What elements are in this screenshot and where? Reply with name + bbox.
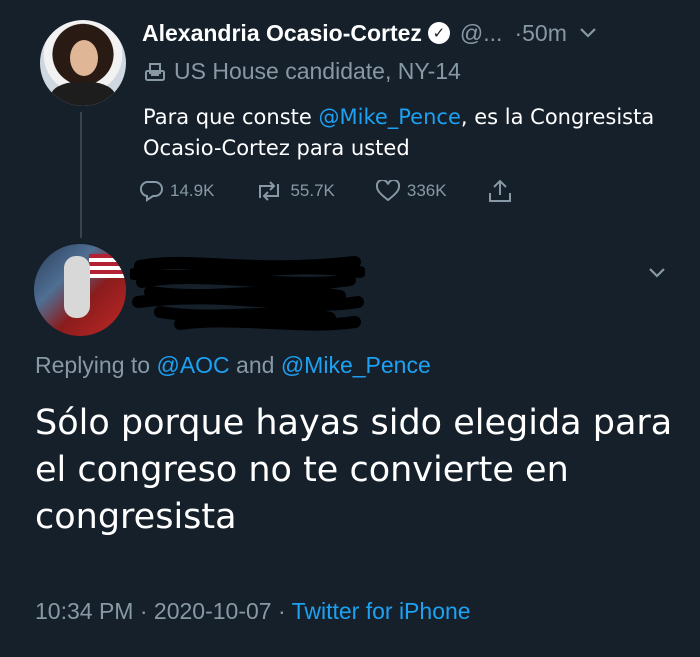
tweet-text: Para que conste @Mike_Pence, es la Congr… xyxy=(143,102,663,164)
account-label: US House candidate, NY-14 xyxy=(144,58,461,85)
chevron-down-icon[interactable] xyxy=(648,262,666,285)
mention-link-aoc[interactable]: @AOC xyxy=(156,352,229,378)
tweet-timestamp[interactable]: 10:34 PM xyxy=(35,598,133,624)
author-name[interactable]: Alexandria Ocasio-Cortez xyxy=(142,20,422,47)
retweet-button[interactable]: 55.7K xyxy=(254,180,335,202)
reply-icon xyxy=(140,180,163,202)
meta-separator: · xyxy=(133,598,154,624)
tweet-text-prefix: Para que conste xyxy=(143,105,319,129)
like-count: 336K xyxy=(406,181,447,200)
author-handle[interactable]: @... xyxy=(460,20,503,47)
mention-link-pence[interactable]: @Mike_Pence xyxy=(281,352,431,378)
time-value: 50m xyxy=(522,19,567,46)
tweet-meta: 10:34 PM · 2020-10-07 · Twitter for iPho… xyxy=(35,598,471,625)
tweet-date[interactable]: 2020-10-07 xyxy=(154,598,272,624)
chevron-down-icon[interactable] xyxy=(579,22,597,45)
verified-badge-icon: ✓ xyxy=(427,22,450,44)
retweet-count: 55.7K xyxy=(290,181,335,200)
like-button[interactable]: 336K xyxy=(375,180,447,202)
replying-and: and xyxy=(229,352,281,378)
replier-avatar[interactable] xyxy=(34,244,126,336)
author-avatar[interactable] xyxy=(40,20,126,106)
retweet-icon xyxy=(259,181,280,201)
share-button[interactable] xyxy=(487,178,519,204)
ballot-box-icon xyxy=(145,62,165,81)
share-icon xyxy=(488,179,511,202)
meta-separator: · xyxy=(271,598,292,624)
thread-connector-line xyxy=(80,112,82,238)
like-icon xyxy=(375,180,400,202)
redacted-name-scribble xyxy=(130,256,365,331)
tweet-header: Alexandria Ocasio-Cortez ✓ @... ·50m xyxy=(142,18,597,48)
reply-count: 14.9K xyxy=(170,181,215,200)
replying-to: Replying to @AOC and @Mike_Pence xyxy=(35,352,431,379)
reply-button[interactable]: 14.9K xyxy=(140,180,214,202)
tweet-time[interactable]: ·50m xyxy=(514,20,566,47)
reply-text: Sólo porque hayas sido elegida para el c… xyxy=(35,403,673,537)
replying-prefix: Replying to xyxy=(35,352,157,378)
mention-link[interactable]: @Mike_Pence xyxy=(318,105,460,129)
account-label-text: US House candidate, NY-14 xyxy=(174,58,461,84)
tweet-source[interactable]: Twitter for iPhone xyxy=(292,598,471,624)
time-separator: · xyxy=(514,19,523,46)
tweet-actions: 14.9K 55.7K 336K xyxy=(140,178,559,204)
